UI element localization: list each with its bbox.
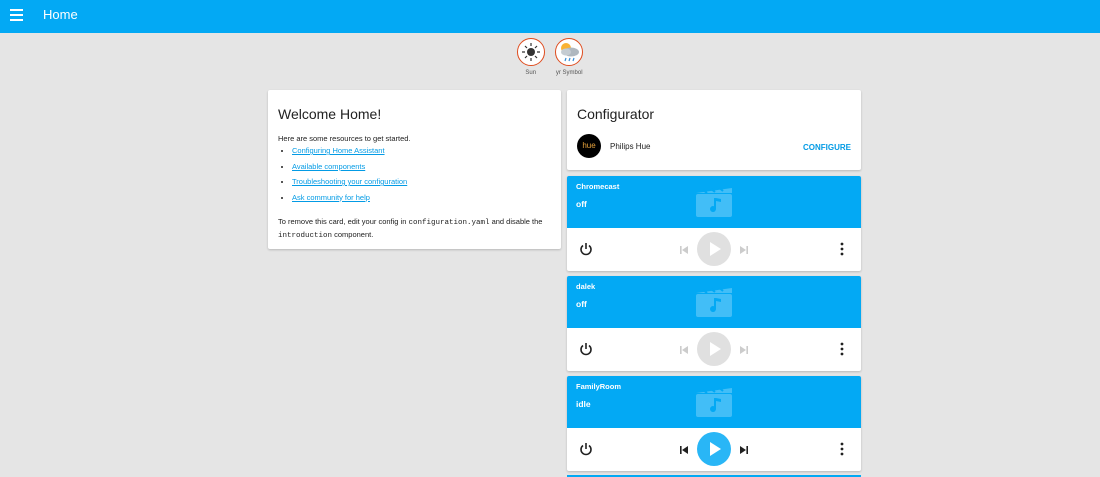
configure-button[interactable]: CONFIGURE: [803, 143, 851, 152]
weather-rain-icon: [555, 38, 584, 66]
badge-label: yr Symbol: [555, 70, 583, 76]
video-music-icon: [696, 386, 732, 417]
menu-icon[interactable]: [10, 9, 23, 22]
media-player-card: dalek off: [567, 276, 861, 371]
power-icon[interactable]: [579, 242, 593, 256]
media-player-name: Chromecast: [576, 182, 620, 191]
skip-next-icon[interactable]: [738, 244, 750, 256]
media-player-state: off: [576, 199, 587, 209]
play-button[interactable]: [697, 432, 731, 466]
app-toolbar: Home: [0, 0, 1100, 33]
video-music-icon: [696, 186, 732, 217]
media-controls: [567, 328, 861, 371]
list-item: Available components: [292, 162, 407, 171]
list-item: Troubleshooting your configuration: [292, 177, 407, 186]
media-controls: [567, 428, 861, 471]
media-player-card: FamilyRoom idle: [567, 376, 861, 471]
media-player-name: FamilyRoom: [576, 382, 622, 391]
more-vert-icon[interactable]: [839, 442, 845, 456]
skip-previous-icon[interactable]: [678, 444, 690, 456]
entity-name: Philips Hue: [610, 142, 651, 151]
link-components[interactable]: Available components: [292, 162, 365, 171]
media-controls: [567, 228, 861, 271]
media-header: Chromecast off: [567, 176, 861, 228]
link-troubleshooting[interactable]: Troubleshooting your configuration: [292, 177, 407, 186]
sun-icon: [516, 38, 545, 66]
media-player-state: idle: [576, 399, 591, 409]
configurator-card: Configurator hue Philips Hue CONFIGURE: [567, 90, 861, 170]
welcome-intro: Here are some resources to get started.: [278, 134, 411, 143]
welcome-card: Welcome Home! Here are some resources to…: [268, 90, 561, 249]
more-vert-icon[interactable]: [839, 242, 845, 256]
outro-code: configuration.yaml: [408, 219, 490, 227]
welcome-outro: To remove this card, edit your config in…: [278, 216, 548, 242]
more-vert-icon[interactable]: [839, 342, 845, 356]
play-icon: [710, 242, 721, 256]
hue-logo: hue: [577, 134, 601, 158]
welcome-title: Welcome Home!: [278, 106, 382, 122]
badge-yr-symbol[interactable]: yr Symbol: [552, 38, 586, 76]
media-header: dalek off: [567, 276, 861, 328]
play-icon: [710, 342, 721, 356]
media-player-name: dalek: [576, 282, 596, 291]
media-player-state: off: [576, 299, 587, 309]
page-title: Home: [43, 7, 78, 22]
skip-previous-icon[interactable]: [678, 244, 690, 256]
resource-list: Configuring Home Assistant Available com…: [278, 146, 407, 208]
link-configuring[interactable]: Configuring Home Assistant: [292, 146, 385, 155]
outro-text: and disable the: [489, 217, 543, 226]
video-music-icon: [696, 286, 732, 317]
link-community[interactable]: Ask community for help: [292, 193, 370, 202]
media-player-card: Chromecast off: [567, 176, 861, 271]
list-item: Configuring Home Assistant: [292, 146, 407, 155]
configurator-title: Configurator: [577, 106, 655, 122]
badge-label: Sun: [525, 70, 537, 76]
skip-previous-icon[interactable]: [678, 344, 690, 356]
outro-text: To remove this card, edit your config in: [278, 217, 409, 226]
power-icon[interactable]: [579, 342, 593, 356]
skip-next-icon[interactable]: [738, 444, 750, 456]
media-header: FamilyRoom idle: [567, 376, 861, 428]
skip-next-icon[interactable]: [738, 344, 750, 356]
power-icon[interactable]: [579, 442, 593, 456]
badge-sun[interactable]: Sun: [514, 38, 548, 76]
outro-text: component.: [332, 230, 374, 239]
list-item: Ask community for help: [292, 193, 407, 202]
play-icon: [710, 442, 721, 456]
badges-row: Sun yr Symbol: [0, 38, 1100, 76]
play-button[interactable]: [697, 232, 731, 266]
outro-code: introduction: [278, 232, 333, 240]
play-button[interactable]: [697, 332, 731, 366]
